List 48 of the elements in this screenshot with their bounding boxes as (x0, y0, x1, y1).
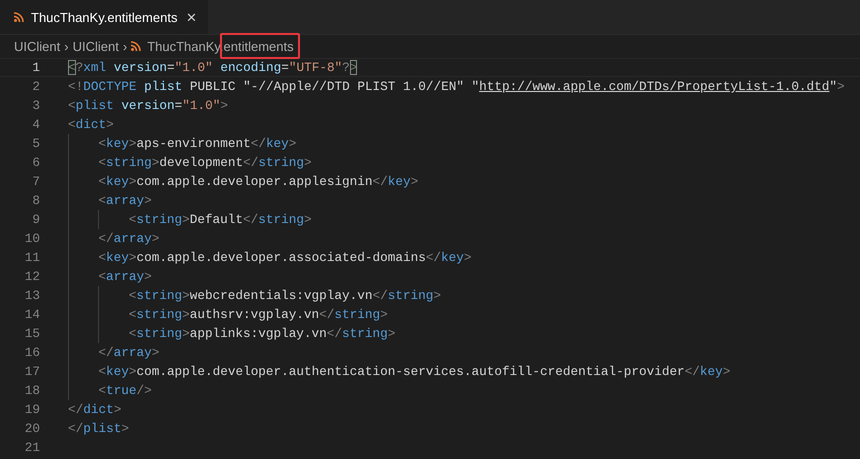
line-number: 9 (31, 212, 40, 227)
line-number: 15 (24, 326, 40, 341)
line-number: 5 (31, 136, 40, 151)
rss-file-icon (14, 12, 24, 22)
editor-tab[interactable]: ThucThanKy.entitlements × (0, 0, 210, 34)
breadcrumb-separator: › (122, 38, 128, 54)
line-number: 8 (31, 193, 40, 208)
line-number: 7 (31, 174, 40, 189)
code-line: <string>webcredentials:vgplay.vn</string> (68, 286, 441, 305)
breadcrumb-item[interactable]: UIClient (14, 38, 60, 54)
code-line: <key>aps-environment</key> (68, 134, 296, 153)
line-number: 11 (24, 250, 40, 265)
line-number: 4 (31, 117, 40, 132)
line-number: 17 (24, 364, 40, 379)
code-line: <key>com.apple.developer.authentication-services.autofill-credential-provider</key> (68, 362, 730, 381)
close-button[interactable]: × (184, 8, 198, 26)
breadcrumb-separator: › (64, 38, 69, 54)
code-line: <string>applinks:vgplay.vn</string> (68, 324, 396, 343)
line-number: 20 (24, 421, 40, 436)
code-line: <key>com.apple.developer.associated-domains</key> (68, 248, 472, 267)
line-number: 10 (24, 231, 40, 246)
code-line: </plist> (68, 420, 129, 438)
line-number: 1 (31, 60, 40, 75)
line-number: 2 (31, 79, 40, 94)
code-line: <string>authsrv:vgplay.vn</string> (68, 305, 388, 324)
code-line: </array> (68, 229, 160, 248)
line-number: 14 (24, 307, 40, 322)
code-line: <true/> (68, 381, 152, 400)
breadcrumb-item[interactable]: UIClient (72, 38, 119, 54)
rss-file-icon (131, 41, 142, 51)
code-line: <string>development</string> (68, 153, 312, 172)
code-line: <key>com.apple.developer.applesignin</key> (68, 172, 418, 191)
code-line: <plist version="1.0"> (68, 97, 228, 115)
code-line: <array> (68, 267, 152, 286)
line-number: 19 (24, 402, 40, 417)
line-number: 13 (24, 288, 40, 303)
line-number: 18 (24, 383, 40, 398)
line-number: 6 (31, 155, 40, 170)
code-line: <!DOCTYPE plist PUBLIC "-//Apple//DTD PLIST 1.0//EN" "http://www.apple.com/DTDs/PropertyList-1.0.dtd"> (68, 78, 845, 96)
code-line: <array> (68, 191, 152, 210)
code-line: </dict> (68, 401, 122, 419)
line-number: 16 (24, 345, 40, 360)
line-number: 21 (24, 440, 40, 455)
code-line: <string>Default</string> (68, 210, 312, 229)
code-line: <dict> (68, 116, 114, 134)
line-number: 12 (24, 269, 40, 284)
code-line: </array> (68, 343, 160, 362)
line-number: 3 (31, 98, 40, 113)
